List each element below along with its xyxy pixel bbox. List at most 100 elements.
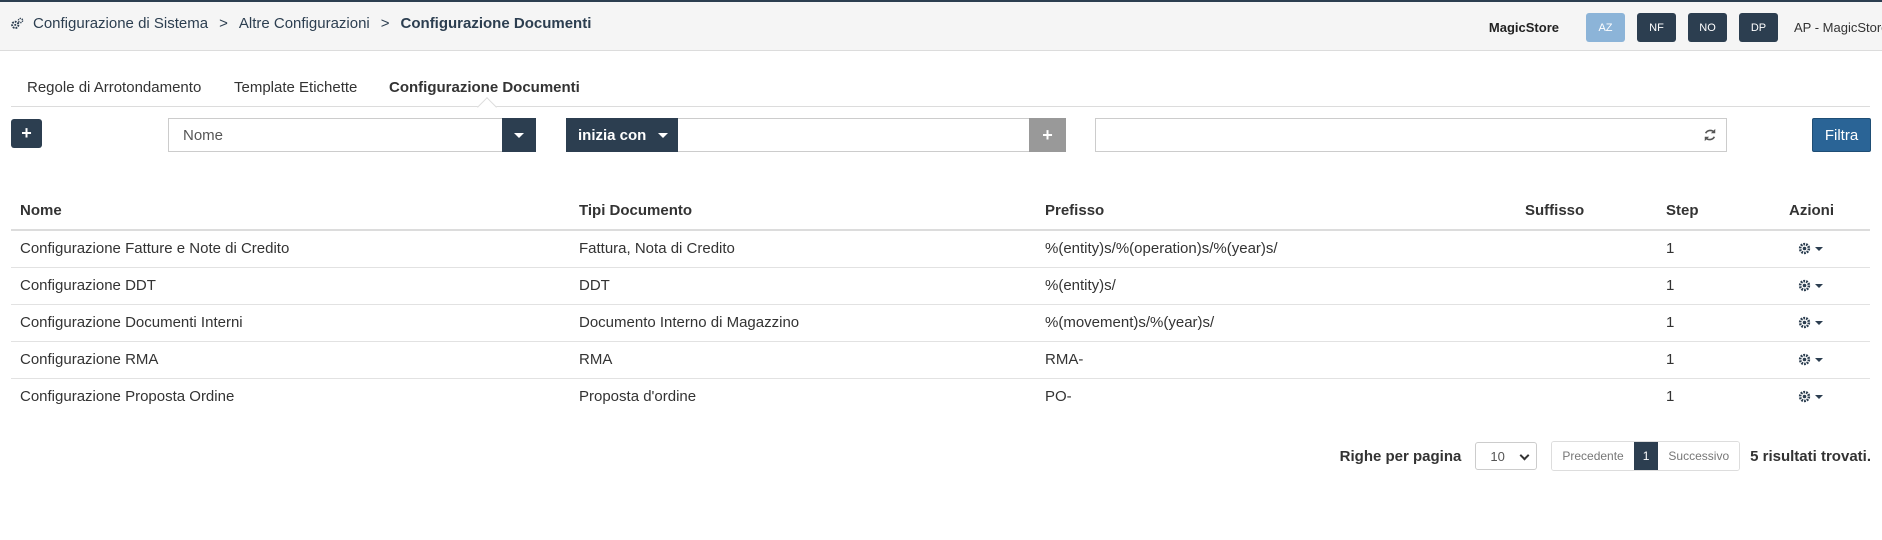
tab-document-config[interactable]: Configurazione Documenti [389, 79, 580, 96]
row-actions-menu[interactable] [1789, 316, 1861, 329]
cell-step: 1 [1657, 230, 1780, 268]
cell-suffisso [1516, 230, 1657, 268]
header-right: MagicStore AZ NF NO DP AP - MagicStore [1489, 13, 1882, 42]
results-count: 5 risultati trovati. [1750, 447, 1871, 465]
table-row[interactable]: Configurazione DDT DDT %(entity)s/ 1 [11, 267, 1870, 305]
gear-icon [1798, 316, 1811, 329]
caret-down-icon [658, 132, 669, 138]
table-row[interactable]: Configurazione Documenti Interni Documen… [11, 304, 1870, 342]
page-1-button[interactable]: 1 [1633, 442, 1659, 470]
column-header-suffisso[interactable]: Suffisso [1516, 192, 1657, 231]
next-page-button[interactable]: Successivo [1658, 442, 1740, 470]
cell-azioni [1780, 267, 1870, 305]
breadcrumb-item-current: Configurazione Documenti [400, 15, 592, 32]
row-actions-menu[interactable] [1789, 279, 1861, 292]
column-header-prefisso[interactable]: Prefisso [1036, 192, 1516, 231]
row-actions-menu[interactable] [1789, 353, 1861, 366]
previous-page-button[interactable]: Precedente [1552, 442, 1634, 470]
cell-step: 1 [1657, 304, 1780, 342]
tab-label-templates[interactable]: Template Etichette [234, 79, 357, 96]
header-button-dp[interactable]: DP [1739, 13, 1778, 42]
cell-suffisso [1516, 267, 1657, 305]
cell-prefisso: PO- [1045, 388, 1072, 406]
pagination: Righe per pagina 10 Precedente 1 Success… [1340, 441, 1871, 471]
breadcrumb-item-other-config[interactable]: Altre Configurazioni [239, 15, 370, 32]
row-actions-menu[interactable] [1789, 242, 1861, 255]
cell-tipi: DDT [570, 267, 1036, 305]
cogs-icon [11, 17, 24, 29]
cell-prefisso: RMA- [1036, 341, 1516, 379]
cell-azioni [1780, 304, 1870, 342]
caret-down-icon [1815, 283, 1823, 288]
table-row[interactable]: Configurazione RMA RMA RMA- 1 [11, 341, 1870, 379]
cell-tipi: Proposta d'ordine [579, 388, 697, 406]
cell-step: 1 [1666, 388, 1675, 406]
cell-step: 1 [1657, 267, 1780, 305]
filter-value-input[interactable] [678, 118, 1030, 152]
row-actions-menu[interactable] [1789, 390, 1861, 403]
caret-down-icon [1815, 357, 1823, 362]
gear-icon [1798, 279, 1811, 292]
cell-nome: Configurazione DDT [11, 267, 570, 305]
column-header-nome[interactable]: Nome [11, 192, 570, 231]
breadcrumb: Configurazione di Sistema > Altre Config… [10, 15, 591, 32]
breadcrumb-separator: > [380, 15, 390, 32]
cell-nome: Configurazione RMA [11, 341, 570, 379]
filter-operator-button[interactable]: inizia con [566, 118, 678, 152]
active-tab-indicator [477, 97, 497, 117]
cell-prefisso: %(entity)s/ [1036, 267, 1516, 305]
gear-icon [1798, 391, 1811, 403]
filter-operator-label: inizia con [578, 126, 647, 144]
breadcrumb-item-system[interactable]: Configurazione di Sistema [33, 15, 208, 32]
rows-per-page-select[interactable]: 10 [1475, 442, 1538, 470]
table-header-row: Nome Tipi Documento Prefisso Suffisso St… [11, 192, 1870, 231]
filter-field-select[interactable]: Nome [168, 118, 536, 152]
cell-nome: Configurazione Documenti Interni [11, 304, 570, 342]
filter-field-dropdown-button[interactable] [502, 118, 536, 152]
tab-bar: Regole di Arrotondamento Template Etiche… [11, 51, 1870, 117]
header-button-nf[interactable]: NF [1637, 13, 1676, 42]
cell-suffisso [1516, 378, 1657, 415]
caret-down-icon [514, 132, 524, 138]
breadcrumb-separator: > [219, 15, 228, 32]
column-header-tipi-documento[interactable]: Tipi Documento [570, 192, 1036, 231]
cell-suffisso [1516, 304, 1657, 342]
cell-prefisso: %(entity)s/%(operation)s/%(year)s/ [1036, 230, 1516, 268]
cell-azioni [1780, 341, 1870, 379]
cell-azioni [1780, 378, 1870, 415]
filter-button[interactable]: Filtra [1812, 118, 1871, 152]
caret-down-icon [1815, 394, 1823, 399]
cell-tipi: RMA [570, 341, 1036, 379]
cell-tipi: Fattura, Nota di Credito [570, 230, 1036, 268]
add-filter-button[interactable]: + [1029, 118, 1066, 152]
store-name: MagicStore [1488, 20, 1559, 35]
caret-down-icon [1815, 246, 1823, 251]
tab-rounding-rules[interactable]: Regole di Arrotondamento [27, 79, 201, 96]
header-button-no[interactable]: NO [1688, 13, 1727, 42]
documents-table: Nome Tipi Documento Prefisso Suffisso St… [11, 192, 1870, 415]
column-header-step[interactable]: Step [1657, 192, 1780, 231]
chevron-down-icon [1519, 450, 1530, 461]
cell-azioni [1780, 230, 1870, 268]
header-button-az[interactable]: AZ [1586, 13, 1625, 42]
cell-tipi: Documento Interno di Magazzino [570, 304, 1036, 342]
table-row[interactable]: Configurazione Proposta Ordine Proposta … [11, 378, 1870, 415]
cell-suffisso [1516, 341, 1657, 379]
caret-down-icon [1815, 320, 1823, 325]
rows-per-page-label: Righe per pagina [1339, 447, 1462, 465]
filter-field-value: Nome [183, 127, 224, 144]
page-buttons: Precedente 1 Successivo [1551, 441, 1741, 471]
column-header-azioni: Azioni [1780, 192, 1870, 231]
cell-step: 1 [1657, 341, 1780, 379]
top-bar: Configurazione di Sistema > Altre Config… [0, 0, 1882, 51]
add-button[interactable]: + [11, 119, 42, 148]
gear-icon [1798, 353, 1811, 366]
filter-date-input[interactable] [1095, 118, 1727, 152]
user-menu[interactable]: AP - MagicStore [1794, 20, 1882, 35]
table-row[interactable]: Configurazione Fatture e Note di Credito… [11, 230, 1870, 268]
refresh-icon[interactable] [1703, 128, 1717, 142]
gear-icon [1798, 243, 1811, 255]
cell-nome: Configurazione Proposta Ordine [20, 388, 235, 406]
rows-per-page-value: 10 [1490, 448, 1505, 464]
cell-prefisso: %(movement)s/%(year)s/ [1036, 304, 1516, 342]
